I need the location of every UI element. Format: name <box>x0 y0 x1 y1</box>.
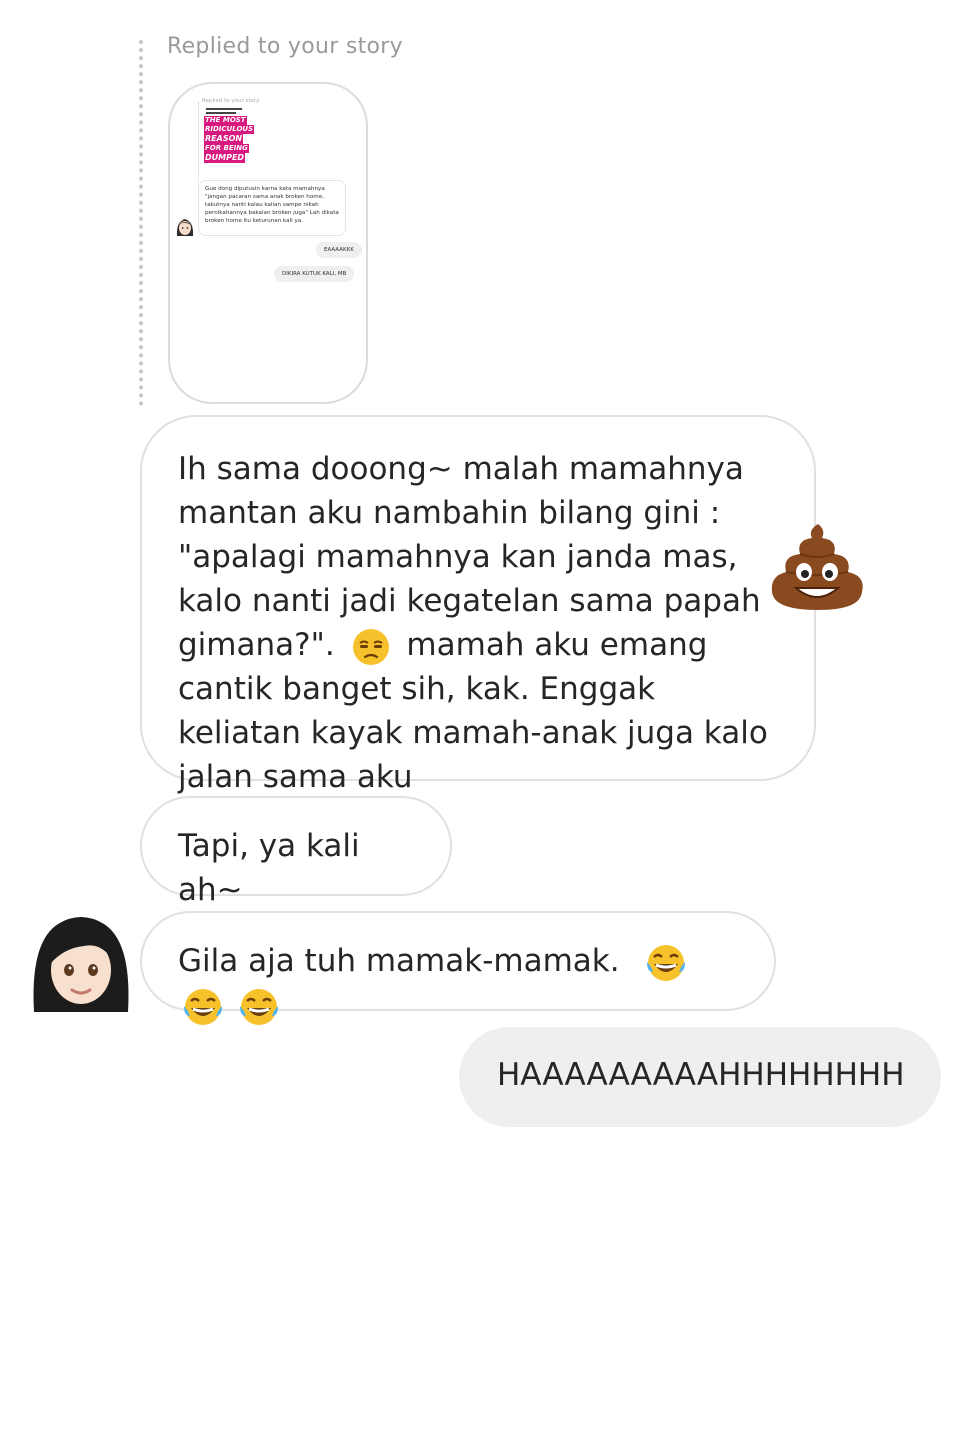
poster-line: RIDICULOUS <box>204 125 255 134</box>
sender-avatar[interactable] <box>28 912 134 1016</box>
thumb-poster: THE MOST RIDICULOUS REASON FOR BEING DUM… <box>204 116 255 164</box>
poster-line: DUMPED <box>204 153 246 163</box>
pile-of-poo-icon[interactable] <box>768 520 866 612</box>
reply-thread-line <box>139 40 143 406</box>
thumb-thread-line <box>198 102 200 182</box>
message-bubble[interactable]: Tapi, ya kali ah~ <box>140 796 452 908</box>
face-with-tears-of-joy-icon <box>239 989 278 1025</box>
unamused-face-icon <box>352 628 389 665</box>
thumb-message: Gue dong diputusin karna kata mamahnya "… <box>198 180 346 236</box>
outgoing-message-bubble[interactable]: HAAAAAAAAAHHHHHHHH <box>459 1027 941 1127</box>
thumb-reply-1: EAAAAKKK <box>316 242 362 258</box>
message-text: Gila aja tuh mamak-mamak. <box>178 943 620 979</box>
thumb-replied-label: Replied to your story <box>202 98 260 104</box>
poster-line: REASON <box>204 134 244 144</box>
thumb-rule <box>206 112 236 114</box>
replied-story-label: Replied to your story <box>167 34 403 59</box>
message-bubble[interactable]: Gila aja tuh mamak-mamak. <box>140 911 776 1025</box>
thumb-reply-2: DIKIRA KUTUK KALI, MB <box>274 266 355 282</box>
poster-line: THE MOST <box>204 116 247 125</box>
face-with-tears-of-joy-icon <box>647 944 686 981</box>
message-text: Tapi, ya kali ah~ <box>178 828 360 908</box>
thumb-rule <box>206 108 242 110</box>
message-bubble[interactable]: Ih sama dooong~ malah mamahnya mantan ak… <box>140 415 816 795</box>
story-thumbnail[interactable]: Replied to your story THE MOST RIDICULOU… <box>168 82 368 404</box>
poster-line: FOR BEING <box>204 144 249 153</box>
face-with-tears-of-joy-icon <box>184 989 222 1025</box>
message-text: HAAAAAAAAAHHHHHHHH <box>497 1057 905 1093</box>
thumb-avatar-icon <box>176 219 194 236</box>
